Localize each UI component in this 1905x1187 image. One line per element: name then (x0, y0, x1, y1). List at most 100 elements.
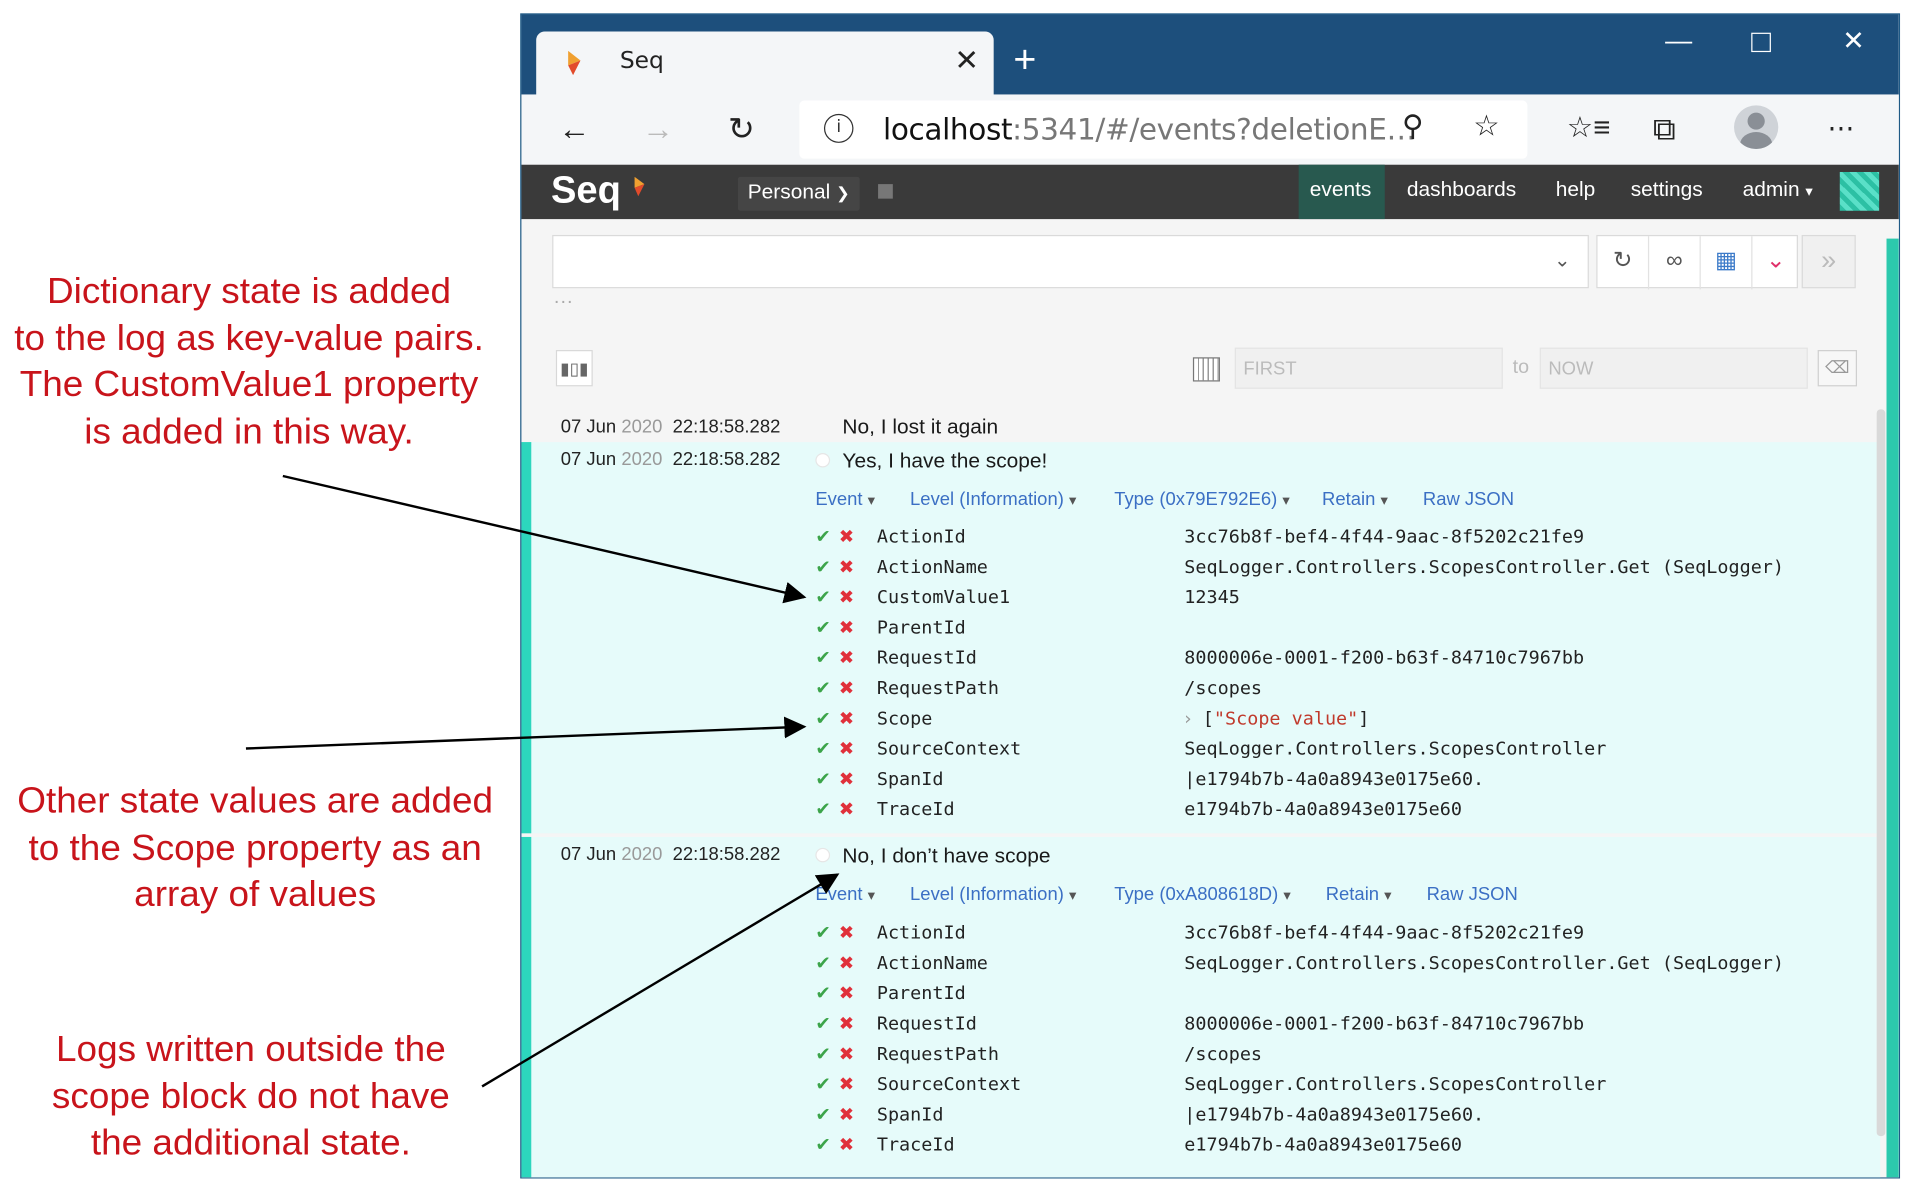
include-check-icon[interactable]: ✔ (815, 1103, 830, 1125)
browser-tab[interactable]: Seq ✕ (536, 31, 994, 95)
forward-arrow-icon[interactable]: → (642, 111, 674, 145)
include-check-icon[interactable]: ✔ (815, 1073, 830, 1095)
collections-icon[interactable]: ⧉ (1653, 111, 1676, 145)
zoom-icon[interactable]: ⚲ (1402, 110, 1424, 144)
from-date-input[interactable]: FIRST (1234, 347, 1503, 389)
chevron-down-icon[interactable]: ⌄ (1752, 236, 1799, 289)
maximize-icon[interactable] (1751, 29, 1771, 58)
more-dots[interactable]: ··· (553, 292, 573, 314)
property-row: ✔ ✖ SpanId |e1794b7b-4a0a8943e0175e60. (815, 1103, 1873, 1133)
include-check-icon[interactable]: ✔ (815, 647, 830, 669)
exclude-x-icon[interactable]: ✖ (839, 982, 854, 1004)
favorites-list-icon[interactable]: ☆≡ (1567, 111, 1611, 145)
new-tab-icon[interactable]: + (1013, 40, 1036, 79)
exclude-x-icon[interactable]: ✖ (839, 647, 854, 669)
expand-chevron-icon[interactable]: › (1184, 707, 1191, 729)
address-bar[interactable]: i localhost:5341/#/events?deletionE… ⚲ ☆ (799, 100, 1528, 159)
exclude-x-icon[interactable]: ✖ (839, 1073, 854, 1095)
include-check-icon[interactable]: ✔ (815, 982, 830, 1004)
include-check-icon[interactable]: ✔ (815, 1043, 830, 1065)
include-check-icon[interactable]: ✔ (815, 768, 830, 790)
exclude-x-icon[interactable]: ✖ (839, 798, 854, 820)
user-avatar[interactable] (1839, 171, 1880, 211)
annotation-line: Other state values are added (17, 781, 494, 822)
workspace-selector[interactable]: Personal ❯ (737, 176, 860, 211)
save-workspace-icon[interactable] (878, 184, 893, 199)
info-icon[interactable]: i (823, 113, 854, 143)
exclude-x-icon[interactable]: ✖ (839, 1103, 854, 1125)
include-check-icon[interactable]: ✔ (815, 1013, 830, 1035)
raw-json-link[interactable]: Raw JSON (1427, 884, 1518, 905)
nav-events-label[interactable]: events (1310, 178, 1372, 202)
tail-infinity-icon[interactable]: ∞ (1649, 236, 1701, 290)
include-check-icon[interactable]: ✔ (815, 952, 830, 974)
exclude-x-icon[interactable]: ✖ (839, 1013, 854, 1035)
calendar-icon[interactable] (1192, 357, 1220, 382)
expand-signals-icon[interactable]: » (1801, 234, 1856, 289)
include-check-icon[interactable]: ✔ (815, 556, 830, 578)
close-tab-icon[interactable]: ✕ (954, 44, 979, 79)
annotation-outside-scope: Logs written outside the scope block do … (0, 1027, 502, 1167)
back-arrow-icon[interactable]: ← (558, 111, 590, 145)
exclude-x-icon[interactable]: ✖ (839, 1043, 854, 1065)
minimize-icon[interactable]: — (1665, 26, 1692, 56)
retain-dropdown[interactable]: Retain ▾ (1322, 489, 1388, 510)
level-dropdown[interactable]: Level (Information) ▾ (910, 489, 1076, 510)
nav-help[interactable]: help (1556, 178, 1596, 202)
chevron-down-icon[interactable]: ⌄ (1554, 248, 1570, 272)
property-row: ✔ ✖ ActionId 3cc76b8f-bef4-4f44-9aac-8f5202… (815, 922, 1873, 952)
exclude-x-icon[interactable]: ✖ (839, 738, 854, 760)
nav-admin[interactable]: admin ▾ (1743, 178, 1813, 202)
event-dropdown[interactable]: Event ▾ (815, 489, 875, 510)
include-check-icon[interactable]: ✔ (815, 1134, 830, 1156)
to-date-input[interactable]: NOW (1539, 347, 1808, 389)
exclude-x-icon[interactable]: ✖ (839, 707, 854, 729)
histogram-icon[interactable]: ▮▯▮ (555, 350, 593, 387)
exclude-x-icon[interactable]: ✖ (839, 556, 854, 578)
exclude-x-icon[interactable]: ✖ (839, 526, 854, 548)
favorite-star-icon[interactable]: ☆ (1473, 110, 1499, 144)
include-check-icon[interactable]: ✔ (815, 922, 830, 944)
chevron-down-icon: ▾ (1283, 886, 1291, 904)
search-input[interactable]: ⌄ (552, 234, 1589, 289)
include-check-icon[interactable]: ✔ (815, 526, 830, 548)
profile-icon[interactable] (1734, 105, 1779, 149)
exclude-x-icon[interactable]: ✖ (839, 617, 854, 639)
annotation-line: scope block do not have (51, 1076, 450, 1117)
include-check-icon[interactable]: ✔ (815, 586, 830, 608)
type-dropdown[interactable]: Type (0xA808618D) ▾ (1114, 884, 1291, 905)
raw-json-link[interactable]: Raw JSON (1423, 489, 1514, 510)
include-check-icon[interactable]: ✔ (815, 798, 830, 820)
chevron-down-icon: ▾ (867, 491, 876, 509)
nav-settings[interactable]: settings (1631, 178, 1703, 202)
exclude-x-icon[interactable]: ✖ (839, 952, 854, 974)
include-check-icon[interactable]: ✔ (815, 617, 830, 639)
scrollbar[interactable] (1876, 409, 1886, 1137)
close-window-icon[interactable]: ✕ (1842, 26, 1865, 56)
refresh-icon[interactable]: ↻ (728, 111, 755, 145)
include-check-icon[interactable]: ✔ (815, 707, 830, 729)
property-key: TraceId (876, 798, 955, 820)
seq-logo[interactable]: Seq (551, 168, 621, 212)
exclude-x-icon[interactable]: ✖ (839, 677, 854, 699)
grid-view-icon[interactable]: ▦ (1701, 236, 1753, 290)
address-path: :5341/#/events?deletionE… (1012, 112, 1416, 147)
exclude-x-icon[interactable]: ✖ (839, 922, 854, 944)
exclude-x-icon[interactable]: ✖ (839, 768, 854, 790)
more-icon[interactable]: ⋯ (1827, 111, 1854, 145)
exclude-x-icon[interactable]: ✖ (839, 1134, 854, 1156)
event-dropdown[interactable]: Event ▾ (815, 884, 875, 905)
clear-date-icon[interactable]: ⌫ (1817, 350, 1857, 387)
level-dropdown[interactable]: Level (Information) ▾ (910, 884, 1076, 905)
refresh-icon[interactable]: ↻ (1598, 236, 1650, 290)
type-dropdown[interactable]: Type (0x79E792E6) ▾ (1114, 489, 1290, 510)
retain-dropdown[interactable]: Retain ▾ (1326, 884, 1392, 905)
property-value-array[interactable]: › ["Scope value"] (1184, 707, 1369, 729)
event-date: 07 Jun (560, 449, 617, 470)
exclude-x-icon[interactable]: ✖ (839, 586, 854, 608)
nav-dashboards[interactable]: dashboards (1407, 178, 1516, 202)
address-url[interactable]: localhost:5341/#/events?deletionE… (883, 113, 1416, 147)
include-check-icon[interactable]: ✔ (815, 738, 830, 760)
include-check-icon[interactable]: ✔ (815, 677, 830, 699)
event-timestamp: 07 Jun 2020 22:18:58.282 (561, 844, 781, 865)
